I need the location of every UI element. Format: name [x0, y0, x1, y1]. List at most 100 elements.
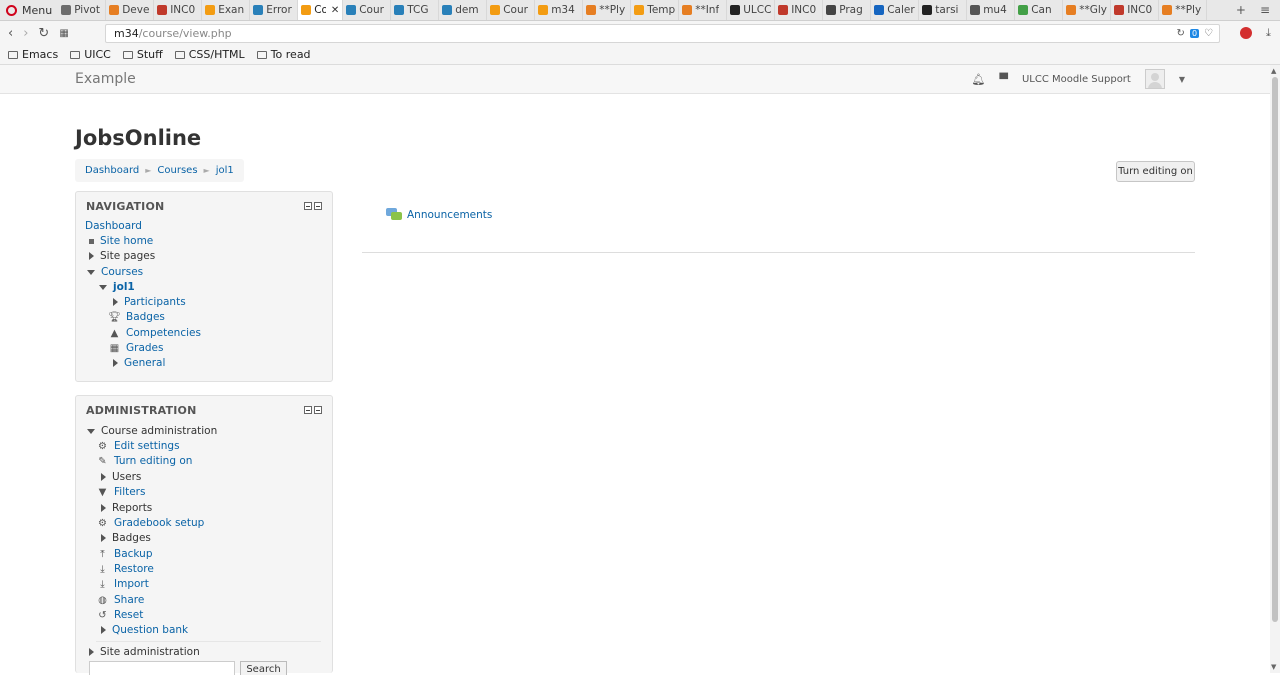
bookmark-emacs[interactable]: Emacs	[8, 48, 58, 61]
dock-block-icon[interactable]	[304, 406, 312, 414]
url-badge[interactable]: 0	[1189, 28, 1200, 38]
nav-general[interactable]: General	[113, 357, 165, 369]
dock-block-icon[interactable]	[304, 202, 312, 210]
admin-site-administration[interactable]: Site administration	[89, 646, 200, 658]
turn-editing-on-button[interactable]: Turn editing on	[1116, 161, 1195, 182]
nav-courses[interactable]: Courses	[87, 266, 143, 278]
bookmark-uicc[interactable]: UICC	[70, 48, 111, 61]
nav-site-pages[interactable]: Site pages	[89, 250, 155, 262]
heart-icon[interactable]: ♡	[1204, 28, 1213, 39]
scroll-up-icon[interactable]: ▲	[1271, 67, 1276, 75]
nav-item-label[interactable]: Grades	[126, 342, 163, 354]
admin-gradebook-setup[interactable]: ⚙ Gradebook setup	[97, 517, 204, 529]
nav-item-label[interactable]: Courses	[101, 266, 143, 278]
breadcrumb-courses[interactable]: Courses	[157, 165, 197, 176]
admin-edit-settings[interactable]: ⚙ Edit settings	[97, 440, 180, 452]
admin-item-label[interactable]: Reset	[114, 609, 143, 621]
nav-item-label[interactable]: General	[124, 357, 165, 369]
close-tab-icon[interactable]: ✕	[331, 5, 339, 16]
scrollbar-thumb[interactable]	[1272, 77, 1278, 622]
browser-tab[interactable]: mu4	[967, 0, 1016, 20]
browser-tab[interactable]: TCG	[391, 0, 440, 20]
expand-arrow-icon[interactable]	[101, 534, 106, 542]
tab-menu-icon[interactable]: ≡	[1260, 3, 1270, 17]
browser-tab[interactable]: m34	[535, 0, 584, 20]
nav-course-jol1[interactable]: jol1	[99, 281, 135, 293]
messages-icon[interactable]: ▀	[999, 73, 1007, 86]
browser-tab[interactable]: **Gly	[1063, 0, 1112, 20]
admin-item-label[interactable]: Share	[114, 594, 144, 606]
bookmark-css-html[interactable]: CSS/HTML	[174, 48, 245, 61]
admin-restore[interactable]: ⤓ Restore	[97, 563, 154, 575]
admin-import[interactable]: ⤓ Import	[97, 578, 149, 590]
speed-dial-icon[interactable]: ▦	[59, 28, 68, 39]
collapse-arrow-icon[interactable]	[99, 284, 107, 290]
admin-backup[interactable]: ⤒ Backup	[97, 548, 152, 560]
nav-competencies[interactable]: ▲ Competencies	[109, 327, 201, 339]
notifications-bell-icon[interactable]: 🔔︎	[972, 73, 986, 86]
page-scrollbar[interactable]: ▲ ▼	[1270, 65, 1280, 673]
admin-share[interactable]: ◍ Share	[97, 594, 144, 606]
user-name[interactable]: ULCC Moodle Support	[1022, 74, 1131, 85]
browser-tab[interactable]: Cour	[487, 0, 536, 20]
nav-participants[interactable]: Participants	[113, 296, 186, 308]
browser-tab[interactable]: INC0	[154, 0, 203, 20]
collapse-arrow-icon[interactable]	[87, 269, 95, 275]
browser-tab[interactable]: Pivot	[58, 0, 107, 20]
admin-item-label[interactable]: Import	[114, 578, 149, 590]
admin-turn-editing-on[interactable]: ✎ Turn editing on	[97, 455, 192, 467]
expand-arrow-icon[interactable]	[113, 359, 118, 367]
admin-course-administration[interactable]: Course administration	[87, 425, 217, 437]
adblock-icon[interactable]	[1240, 27, 1252, 39]
browser-menu-button[interactable]: Menu	[0, 0, 58, 20]
admin-users[interactable]: Users	[101, 471, 141, 483]
new-tab-button[interactable]: +	[1236, 3, 1246, 17]
nav-site-home[interactable]: Site home	[89, 235, 153, 247]
expand-arrow-icon[interactable]	[101, 473, 106, 481]
expand-arrow-icon[interactable]	[101, 504, 106, 512]
browser-tab[interactable]: tarsi	[919, 0, 968, 20]
expand-arrow-icon[interactable]	[89, 648, 94, 656]
admin-item-label[interactable]: Turn editing on	[114, 455, 192, 467]
browser-tab[interactable]: Can	[1015, 0, 1064, 20]
admin-question-bank[interactable]: Question bank	[101, 624, 188, 636]
browser-tab[interactable]: Deve	[106, 0, 155, 20]
browser-tab[interactable]: INC0	[775, 0, 824, 20]
admin-item-label[interactable]: Restore	[114, 563, 154, 575]
nav-item-label[interactable]: Badges	[126, 311, 165, 323]
scroll-down-icon[interactable]: ▼	[1271, 663, 1276, 671]
admin-item-label[interactable]: Question bank	[112, 624, 188, 636]
browser-tab[interactable]: INC0	[1111, 0, 1160, 20]
nav-badges[interactable]: 🏆︎ Badges	[108, 311, 165, 323]
admin-reports[interactable]: Reports	[101, 502, 152, 514]
breadcrumb-dashboard[interactable]: Dashboard	[85, 165, 139, 176]
announcements-activity[interactable]: Announcements	[386, 208, 492, 221]
expand-arrow-icon[interactable]	[89, 252, 94, 260]
nav-item-label[interactable]: jol1	[113, 281, 135, 293]
nav-item-label[interactable]: Site home	[100, 235, 153, 247]
admin-item-label[interactable]: Filters	[114, 486, 145, 498]
admin-item-label[interactable]: Edit settings	[114, 440, 180, 452]
collapse-arrow-icon[interactable]	[87, 428, 95, 434]
refresh-page-icon[interactable]: ↻	[1177, 28, 1185, 39]
browser-tab[interactable]: Exan	[202, 0, 251, 20]
url-field[interactable]: m34 /course/view.php ↻ 0 ♡	[105, 23, 1220, 43]
expand-arrow-icon[interactable]	[101, 626, 106, 634]
browser-tab[interactable]: dem	[439, 0, 488, 20]
forward-icon[interactable]: ›	[23, 26, 28, 41]
back-icon[interactable]: ‹	[8, 26, 13, 41]
collapse-block-icon[interactable]	[314, 202, 322, 210]
browser-tab[interactable]: Caler	[871, 0, 920, 20]
user-menu-chevron-down-icon[interactable]: ▼	[1179, 75, 1185, 84]
nav-item-label[interactable]: Dashboard	[85, 220, 142, 232]
nav-item-label[interactable]: Participants	[124, 296, 186, 308]
bookmark-stuff[interactable]: Stuff	[122, 48, 163, 61]
nav-item-label[interactable]: Competencies	[126, 327, 201, 339]
browser-tab[interactable]: Error	[250, 0, 299, 20]
site-name-link[interactable]: Example	[75, 71, 136, 87]
admin-reset[interactable]: ↺ Reset	[97, 609, 143, 621]
browser-tab[interactable]: Cour	[343, 0, 392, 20]
browser-tab[interactable]: **Ply	[1159, 0, 1208, 20]
browser-tab[interactable]: Prag	[823, 0, 872, 20]
admin-item-label[interactable]: Gradebook setup	[114, 517, 204, 529]
